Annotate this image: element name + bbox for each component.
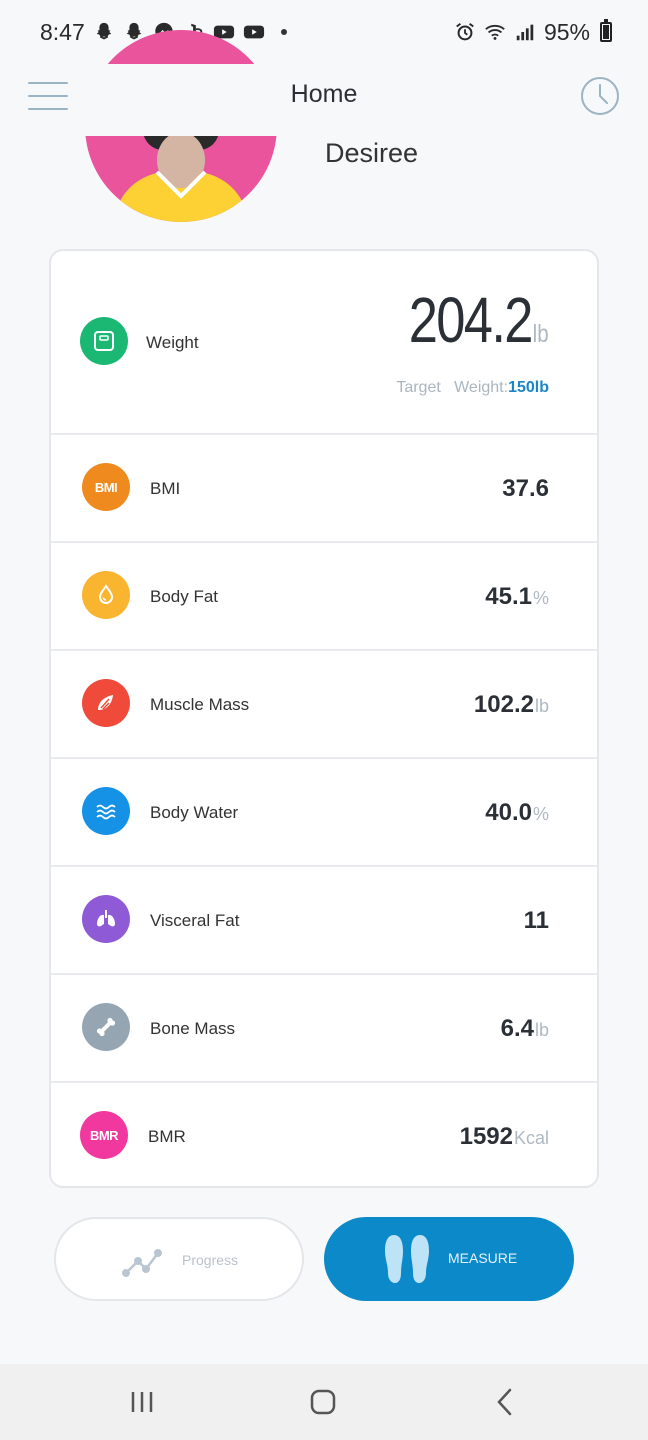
body-water-number: 40.0 xyxy=(485,799,532,826)
bone-mass-value: 6.4lb xyxy=(501,1015,549,1043)
home-button[interactable] xyxy=(303,1382,343,1422)
history-button[interactable] xyxy=(580,76,620,116)
bone-mass-number: 6.4 xyxy=(500,1015,534,1042)
metrics-card: Weight 204.2lb Target Weight:150lb BMI B… xyxy=(49,249,599,1188)
body-fat-unit: % xyxy=(532,588,549,608)
bone-mass-label: Bone Mass xyxy=(150,1019,236,1038)
progress-label: Progress xyxy=(182,1252,239,1268)
body-water-label: Body Water xyxy=(150,803,239,822)
footprints-icon xyxy=(385,1235,429,1283)
bmi-icon: BMI xyxy=(82,463,130,511)
lungs-icon xyxy=(82,895,130,943)
trend-line-icon xyxy=(122,1249,162,1277)
weight-row[interactable]: Weight 204.2lb Target Weight:150lb xyxy=(51,251,597,435)
muscle-icon xyxy=(82,679,130,727)
bmi-label: BMI xyxy=(150,479,181,498)
notification-dot-icon xyxy=(280,29,287,35)
bmr-unit: Kcal xyxy=(513,1128,549,1148)
status-bar: 8:47 95% xyxy=(0,0,648,64)
body-fat-number: 45.1 xyxy=(485,583,532,610)
bmi-number: 37.6 xyxy=(502,475,549,502)
wifi-icon xyxy=(484,21,506,43)
visceral-fat-label: Visceral Fat xyxy=(150,911,240,930)
snapchat-icon xyxy=(93,21,115,43)
bmi-row[interactable]: BMI BMI 37.6 xyxy=(51,435,597,543)
recent-apps-icon xyxy=(131,1392,153,1412)
user-name: Desiree xyxy=(325,138,419,168)
bone-mass-row[interactable]: Bone Mass 6.4lb xyxy=(51,975,597,1083)
body-fat-label: Body Fat xyxy=(150,587,219,606)
progress-button[interactable]: Progress xyxy=(54,1217,304,1301)
weight-unit: lb xyxy=(533,320,549,348)
visceral-fat-row[interactable]: Visceral Fat 11 xyxy=(51,867,597,975)
muscle-mass-label: Muscle Mass xyxy=(150,695,250,714)
back-chevron-icon xyxy=(497,1388,512,1416)
bone-mass-unit: lb xyxy=(534,1020,549,1040)
signal-icon xyxy=(514,21,536,43)
measure-button[interactable]: MEASURE xyxy=(324,1217,574,1301)
water-waves-icon xyxy=(82,787,130,835)
muscle-mass-value: 102.2lb xyxy=(474,691,549,719)
body-fat-row[interactable]: Body Fat 45.1% xyxy=(51,543,597,651)
target-weight: Target Weight:150lb xyxy=(396,379,549,397)
bmi-value: 37.6 xyxy=(502,475,549,503)
bmi-icon-text: BMI xyxy=(94,479,118,495)
target-weight-label: Target Weight: xyxy=(396,379,509,396)
body-water-unit: % xyxy=(532,804,549,824)
weight-label: Weight xyxy=(146,333,199,352)
home-icon xyxy=(310,1389,336,1415)
body-water-row[interactable]: Body Water 40.0% xyxy=(51,759,597,867)
recent-apps-button[interactable] xyxy=(122,1382,162,1422)
scale-icon xyxy=(80,317,128,365)
target-weight-value: 150lb xyxy=(508,379,549,396)
muscle-mass-unit: lb xyxy=(534,696,549,716)
muscle-mass-row[interactable]: Muscle Mass 102.2lb xyxy=(51,651,597,759)
system-nav-bar xyxy=(0,1364,648,1440)
measure-label: MEASURE xyxy=(448,1250,518,1266)
bmr-label: BMR xyxy=(148,1127,186,1146)
bmr-row[interactable]: BMR BMR 1592Kcal xyxy=(51,1083,597,1186)
alarm-icon xyxy=(454,21,476,43)
bmr-number: 1592 xyxy=(459,1123,513,1150)
app-bar: Home xyxy=(0,64,648,136)
visceral-fat-value: 11 xyxy=(524,907,549,935)
bmr-value: 1592Kcal xyxy=(460,1123,549,1151)
bmr-icon: BMR xyxy=(80,1111,128,1159)
battery-icon xyxy=(600,19,612,42)
battery-percent: 95% xyxy=(543,18,590,45)
youtube-icon xyxy=(243,21,265,43)
body-water-value: 40.0% xyxy=(485,799,549,827)
bone-icon xyxy=(82,1003,130,1051)
bmr-icon-text: BMR xyxy=(89,1127,119,1143)
status-right: 95% xyxy=(454,19,612,46)
visceral-fat-number: 11 xyxy=(523,907,549,934)
page-title: Home xyxy=(290,80,358,108)
clock-icon xyxy=(581,77,619,115)
muscle-mass-number: 102.2 xyxy=(473,691,534,718)
body-fat-value: 45.1% xyxy=(485,583,549,611)
status-time: 8:47 xyxy=(40,18,85,45)
back-button[interactable] xyxy=(486,1382,526,1422)
droplet-icon xyxy=(82,571,130,619)
weight-value: 204.2lb xyxy=(409,283,549,357)
weight-number: 204.2 xyxy=(409,284,534,356)
